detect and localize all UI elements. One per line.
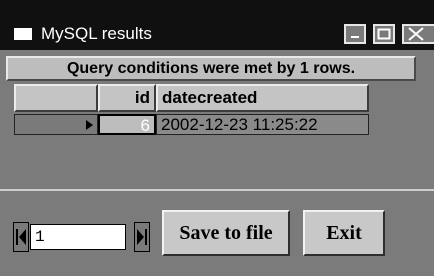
last-record-button[interactable]	[134, 222, 150, 252]
window-title: MySQL results	[41, 24, 152, 43]
row-header-corner[interactable]	[14, 84, 98, 112]
query-status-text: Query conditions were met by 1 rows.	[66, 60, 356, 77]
current-row-arrow-icon	[86, 120, 93, 130]
column-header-datecreated[interactable]: datecreated	[156, 84, 369, 112]
minimize-icon	[351, 36, 359, 38]
close-button[interactable]	[402, 24, 434, 44]
mysql-results-window: MySQL results Query conditions were met …	[0, 0, 434, 276]
row-selector[interactable]	[14, 114, 98, 135]
last-record-icon	[137, 229, 147, 245]
record-number-input[interactable]: 1	[30, 224, 126, 250]
cell-datecreated[interactable]: 2002-12-23 11:25:22	[156, 114, 369, 135]
save-to-file-button[interactable]: Save to file	[162, 210, 290, 256]
minimize-button[interactable]	[344, 24, 366, 44]
panel-divider	[0, 189, 434, 191]
cell-id[interactable]: 6	[98, 114, 156, 135]
maximize-button[interactable]	[373, 24, 395, 44]
query-status-banner: Query conditions were met by 1 rows.	[6, 56, 416, 81]
close-icon	[408, 27, 424, 41]
maximize-icon	[377, 28, 391, 40]
title-bar[interactable]: MySQL results	[0, 0, 434, 50]
window-icon[interactable]	[14, 28, 32, 40]
first-record-icon	[16, 229, 26, 245]
column-header-id[interactable]: id	[98, 84, 156, 112]
first-record-button[interactable]	[13, 222, 29, 252]
exit-button[interactable]: Exit	[303, 210, 385, 256]
